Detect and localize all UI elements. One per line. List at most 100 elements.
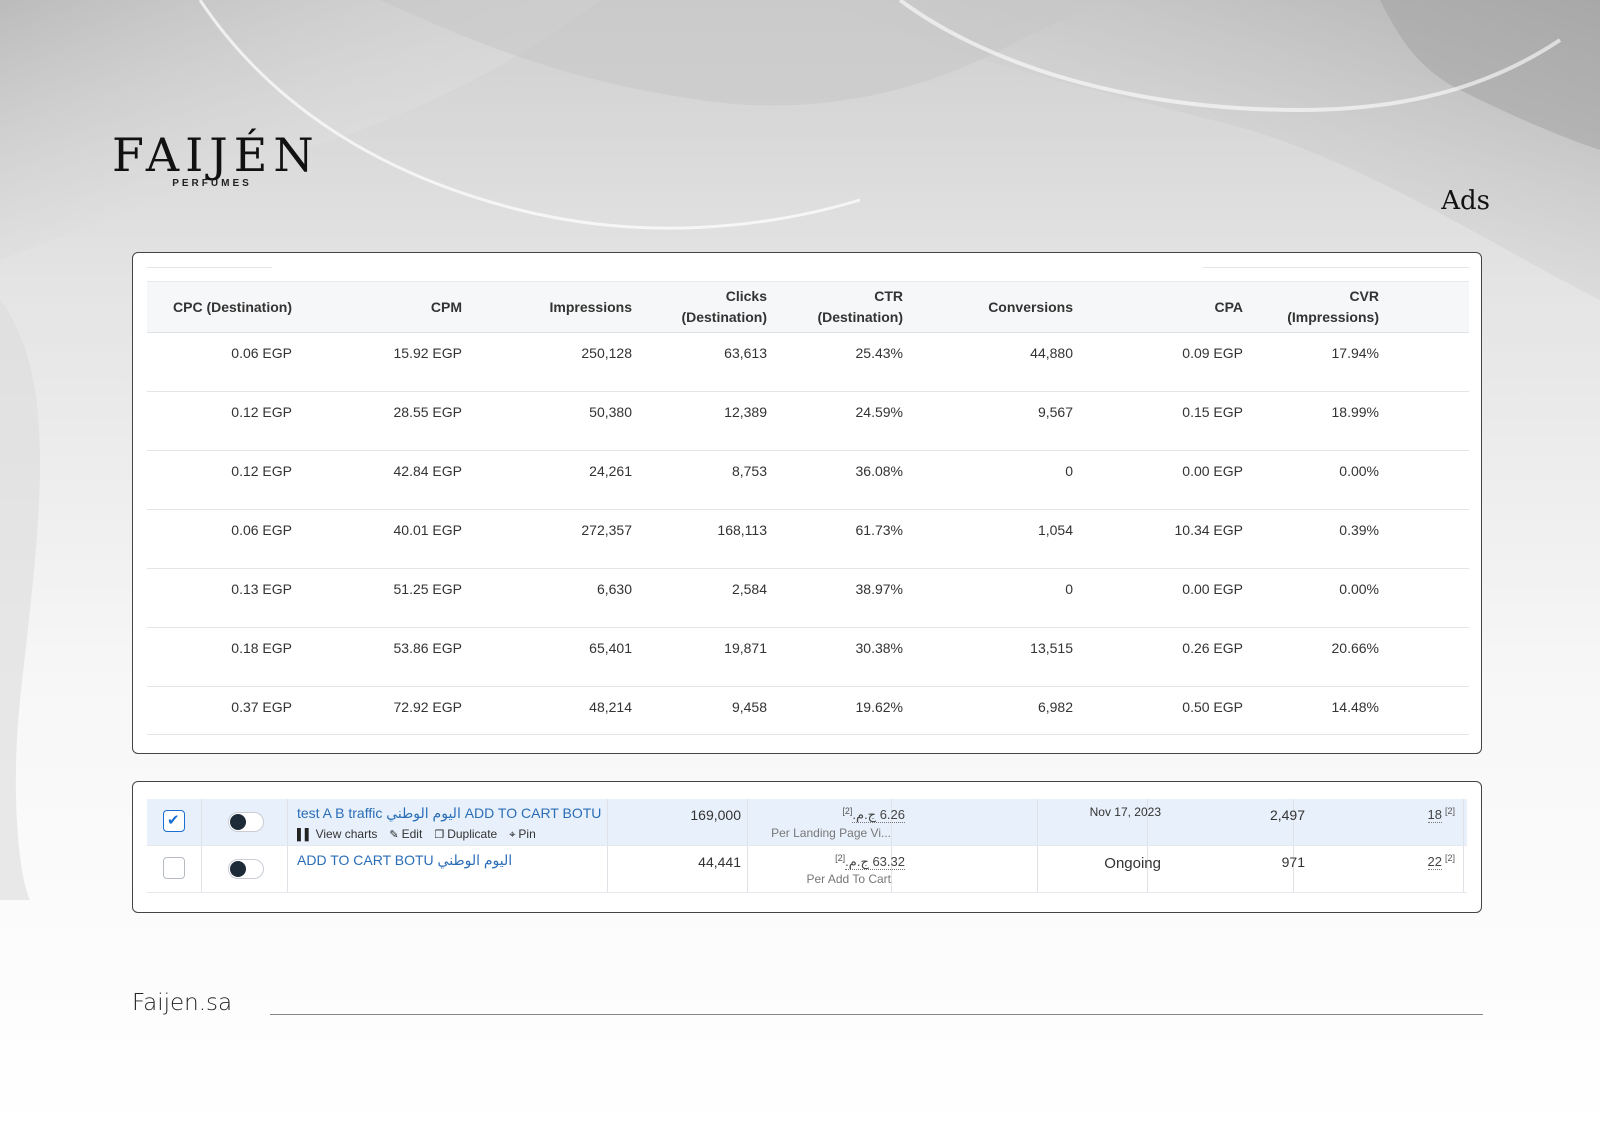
- column-header[interactable]: CPA: [1073, 281, 1243, 333]
- ad-status-toggle[interactable]: [228, 859, 264, 879]
- column-header[interactable]: CVR (Impressions): [1243, 281, 1379, 333]
- table-cell: 20.66%: [1243, 627, 1379, 687]
- cost-caption: Per Add To Cart: [806, 872, 892, 886]
- ad-status-toggle[interactable]: [228, 812, 264, 832]
- table-row: 0.12 EGP 28.55 EGP 50,380 12,389 24.59% 9,567…: [147, 391, 1469, 451]
- table-cell: 38.97%: [767, 568, 903, 628]
- table-cell: 0.12 EGP: [147, 391, 292, 451]
- table-cell: 53.86 EGP: [292, 627, 462, 687]
- divider: [147, 267, 272, 268]
- table-cell: 42.84 EGP: [292, 450, 462, 510]
- column-header[interactable]: CTR (Destination): [767, 281, 903, 333]
- table-cell: 1,054: [903, 509, 1073, 569]
- column-divider: [1463, 846, 1464, 892]
- row-checkbox[interactable]: ✔: [163, 810, 185, 832]
- table-cell: 0.00%: [1243, 568, 1379, 628]
- table-cell: 14.48%: [1243, 686, 1379, 735]
- ad-row-actions: ▌▌ View charts ✎ Edit ❐ Duplicate ⌖ Pin: [297, 827, 548, 842]
- column-header-label: Conversions: [988, 298, 1073, 315]
- table-cell: 0: [903, 450, 1073, 510]
- table-cell: 0.18 EGP: [147, 627, 292, 687]
- metrics-table: CPC (Destination) CPM Impressions Clicks (De…: [147, 281, 1469, 735]
- reach-value: 44,441: [698, 854, 741, 870]
- table-cell: 13,515: [903, 627, 1073, 687]
- table-cell: 28.55 EGP: [292, 391, 462, 451]
- column-header[interactable]: Conversions: [903, 281, 1073, 333]
- table-cell: 0.09 EGP: [1073, 332, 1243, 392]
- column-header-label: (Destination): [817, 309, 903, 325]
- last-metric-value: 22: [1427, 854, 1442, 871]
- last-metric-value: 18: [1427, 807, 1442, 824]
- table-cell: 9,567: [903, 391, 1073, 451]
- copy-icon: ❐: [434, 829, 445, 841]
- ad-row[interactable]: ADD TO CART BOTU اليوم الوطني 44,441 ‏63.3…: [147, 846, 1467, 893]
- table-cell: 0.00 EGP: [1073, 568, 1243, 628]
- column-divider: [747, 846, 748, 892]
- table-row: 0.13 EGP 51.25 EGP 6,630 2,584 38.97% 0 0.00 E…: [147, 568, 1469, 628]
- column-header[interactable]: CPM: [292, 281, 462, 333]
- table-cell: 18.99%: [1243, 391, 1379, 451]
- footnote-marker[interactable]: [2]: [835, 853, 845, 863]
- table-cell: 19,871: [632, 627, 767, 687]
- table-cell: 0.00 EGP: [1073, 450, 1243, 510]
- row-checkbox[interactable]: [163, 857, 185, 879]
- column-divider: [1463, 799, 1464, 845]
- table-cell: 63,613: [632, 332, 767, 392]
- table-cell: 48,214: [462, 686, 632, 735]
- cost-per-result: ‏6.26 ج.م.[2]: [839, 806, 905, 824]
- column-header-label: CPM: [430, 298, 462, 315]
- ad-row[interactable]: ✔ test A B traffic اليوم الوطني ADD TO CA…: [147, 799, 1467, 846]
- column-divider: [287, 846, 288, 892]
- action-label: Pin: [518, 827, 536, 841]
- table-cell: 12,389: [632, 391, 767, 451]
- delivery-status: Ongoing: [1104, 855, 1161, 872]
- action-edit[interactable]: ✎ Edit: [389, 827, 422, 841]
- table-cell: 0.12 EGP: [147, 450, 292, 510]
- table-cell: 6,630: [462, 568, 632, 628]
- action-pin[interactable]: ⌖ Pin: [509, 827, 536, 841]
- table-cell: 72.92 EGP: [292, 686, 462, 735]
- footer-website: Faijen.sa: [132, 990, 233, 1016]
- column-header-label: Clicks: [725, 288, 767, 304]
- ad-name-link[interactable]: test A B traffic اليوم الوطني ADD TO CAR…: [297, 805, 601, 822]
- table-cell-spacer: [1379, 509, 1469, 569]
- table-row: 0.06 EGP 15.92 EGP 250,128 63,613 25.43% 44,8…: [147, 332, 1469, 392]
- column-header[interactable]: Impressions: [462, 281, 632, 333]
- footnote-marker[interactable]: [2]: [842, 806, 852, 816]
- delivery-status: Nov 17, 2023: [1089, 805, 1161, 819]
- table-cell: 17.94%: [1243, 332, 1379, 392]
- table-cell: 40.01 EGP: [292, 509, 462, 569]
- pin-icon: ⌖: [509, 829, 516, 841]
- cost-value: ‏6.26 ج.م.: [852, 807, 905, 824]
- metrics-table-card: CPC (Destination) CPM Impressions Clicks (De…: [132, 252, 1482, 754]
- table-cell: 2,584: [632, 568, 767, 628]
- action-duplicate[interactable]: ❐ Duplicate: [434, 827, 497, 841]
- table-cell: 19.62%: [767, 686, 903, 735]
- ad-name-link[interactable]: ADD TO CART BOTU اليوم الوطني: [297, 852, 512, 869]
- action-view-charts[interactable]: ▌▌ View charts: [297, 827, 377, 841]
- table-cell: 0.06 EGP: [147, 509, 292, 569]
- ads-list-card: ✔ test A B traffic اليوم الوطني ADD TO CA…: [132, 781, 1482, 913]
- footnote-marker[interactable]: [2]: [1445, 806, 1455, 816]
- column-header[interactable]: CPC (Destination): [147, 281, 292, 333]
- table-cell: 0.15 EGP: [1073, 391, 1243, 451]
- action-label: Duplicate: [447, 827, 498, 841]
- column-header-spacer: [1379, 281, 1469, 333]
- table-cell: 30.38%: [767, 627, 903, 687]
- footnote-marker[interactable]: [2]: [1445, 853, 1455, 863]
- column-header-label: CPC (Destination): [173, 298, 292, 315]
- column-header-label: (Impressions): [1287, 309, 1379, 325]
- table-cell: 50,380: [462, 391, 632, 451]
- column-divider: [607, 799, 608, 845]
- table-cell: 0.06 EGP: [147, 332, 292, 392]
- table-cell: 0: [903, 568, 1073, 628]
- footer-divider: [270, 1014, 1483, 1015]
- column-divider: [287, 799, 288, 845]
- table-cell: 0.00%: [1243, 450, 1379, 510]
- table-cell: 272,357: [462, 509, 632, 569]
- column-header-label: Impressions: [549, 298, 632, 315]
- table-cell-spacer: [1379, 450, 1469, 510]
- column-header[interactable]: Clicks (Destination): [632, 281, 767, 333]
- table-cell: 0.50 EGP: [1073, 686, 1243, 735]
- cost-caption: Per Landing Page Vi...: [771, 826, 891, 840]
